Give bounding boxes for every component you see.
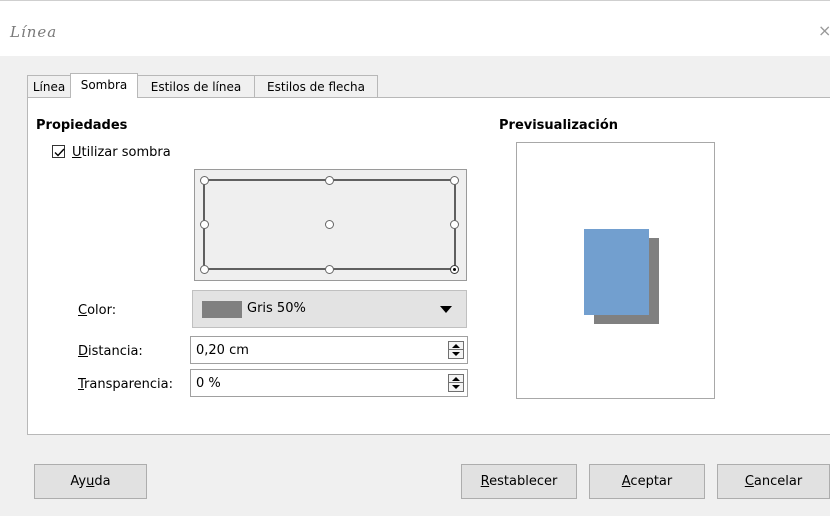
- use-shadow-label[interactable]: Utilizar sombra: [72, 145, 171, 160]
- cancel-button[interactable]: Cancelar: [717, 464, 830, 499]
- tab-linea[interactable]: Línea: [27, 75, 71, 97]
- position-bottom-center[interactable]: [325, 265, 334, 274]
- properties-heading: Propiedades: [36, 118, 128, 133]
- decrement-icon[interactable]: [452, 352, 460, 356]
- title-bar: Línea ×: [0, 0, 830, 56]
- reset-button[interactable]: Restablecer: [461, 464, 577, 499]
- transparency-spinbox[interactable]: 0 %: [190, 369, 468, 397]
- preview-heading: Previsualización: [499, 118, 619, 133]
- position-bottom-right-selected[interactable]: [450, 265, 459, 274]
- color-swatch: [202, 301, 242, 318]
- stepper-divider: [449, 349, 463, 350]
- position-center[interactable]: [325, 220, 334, 229]
- transparency-label: Transparencia:: [78, 377, 173, 392]
- position-top-center[interactable]: [325, 176, 334, 185]
- distance-spinbox[interactable]: 0,20 cm: [190, 336, 468, 364]
- position-top-left[interactable]: [200, 176, 209, 185]
- tab-sombra[interactable]: Sombra: [70, 73, 138, 98]
- preview-object: [584, 229, 649, 315]
- tab-estilos-de-linea[interactable]: Estilos de línea: [137, 75, 255, 97]
- distance-stepper[interactable]: [448, 341, 464, 359]
- ok-button[interactable]: Aceptar: [589, 464, 705, 499]
- shadow-position-grid[interactable]: [194, 169, 467, 281]
- position-bottom-left[interactable]: [200, 265, 209, 274]
- color-label: Color:: [78, 303, 117, 318]
- selected-dot-icon: [453, 268, 456, 271]
- window-title: Línea: [10, 23, 58, 41]
- color-dropdown[interactable]: Gris 50%: [192, 290, 467, 328]
- increment-icon[interactable]: [452, 344, 460, 348]
- distance-label: Distancia:: [78, 344, 143, 359]
- transparency-stepper[interactable]: [448, 374, 464, 392]
- dropdown-arrow-icon[interactable]: [440, 306, 452, 313]
- position-top-right[interactable]: [450, 176, 459, 185]
- help-button[interactable]: Ayuda: [34, 464, 147, 499]
- color-value: Gris 50%: [247, 301, 306, 316]
- decrement-icon[interactable]: [452, 385, 460, 389]
- position-middle-right[interactable]: [450, 220, 459, 229]
- preview-area: [516, 142, 715, 399]
- use-shadow-checkbox[interactable]: [52, 145, 65, 158]
- increment-icon[interactable]: [452, 377, 460, 381]
- stepper-divider: [449, 382, 463, 383]
- tab-estilos-de-flecha[interactable]: Estilos de flecha: [254, 75, 378, 97]
- close-icon[interactable]: ×: [818, 21, 830, 40]
- transparency-value[interactable]: 0 %: [196, 376, 221, 391]
- distance-value[interactable]: 0,20 cm: [196, 343, 249, 358]
- position-middle-left[interactable]: [200, 220, 209, 229]
- checkmark-icon: [54, 148, 65, 157]
